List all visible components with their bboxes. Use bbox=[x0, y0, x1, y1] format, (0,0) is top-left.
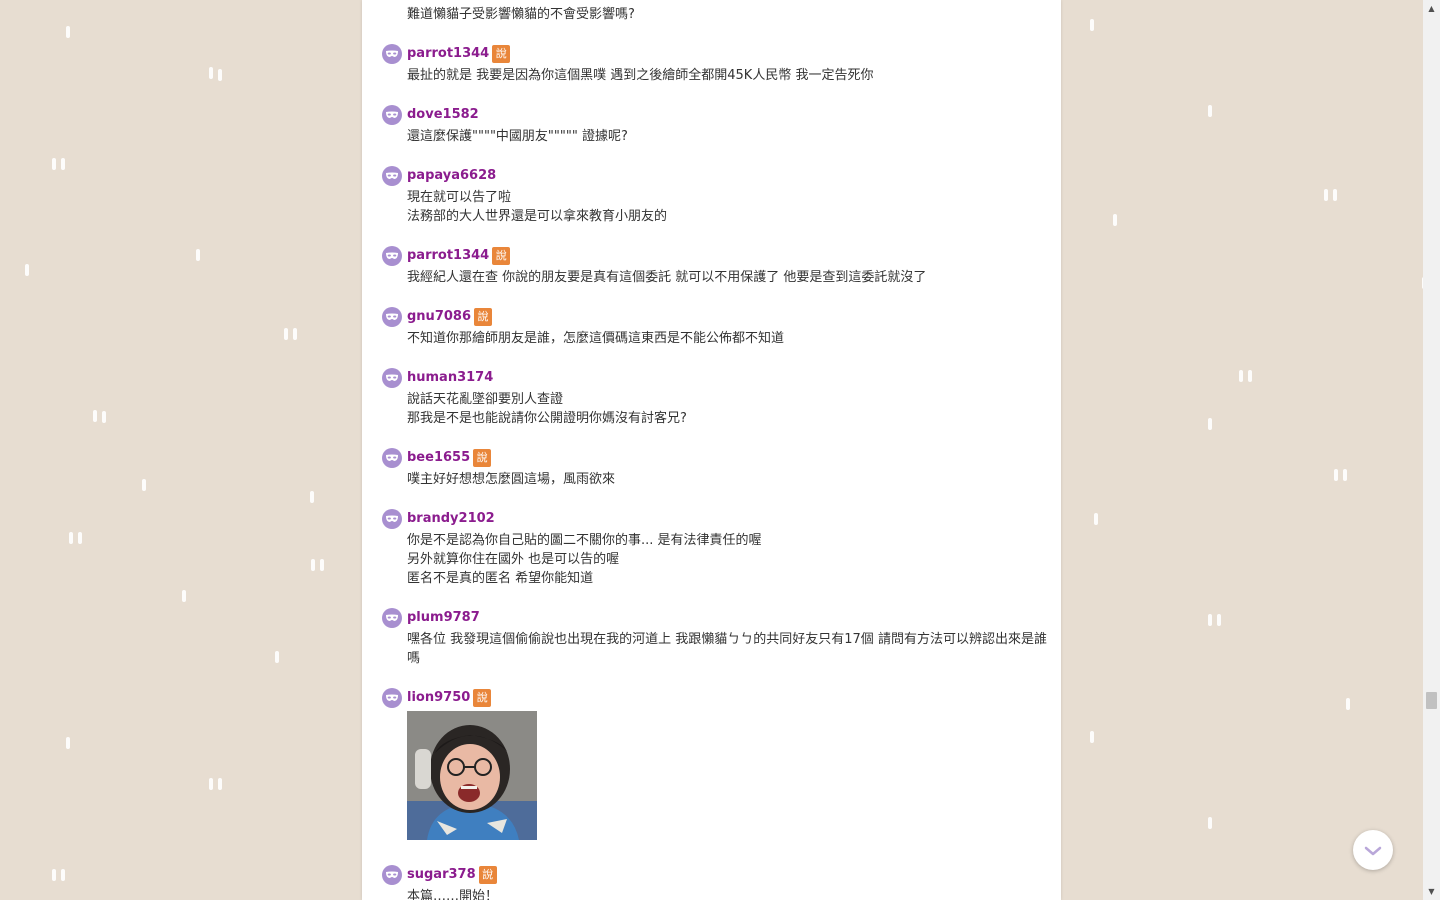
mask-icon[interactable] bbox=[382, 166, 402, 186]
comment-text: 不知道你那繪師朋友是誰，怎麼這價碼這東西是不能公佈都不知道 bbox=[407, 331, 785, 346]
mask-icon[interactable] bbox=[382, 688, 402, 708]
comment-username[interactable]: dove1582 bbox=[407, 106, 479, 124]
comment-username[interactable]: parrot1344 說 bbox=[407, 247, 511, 265]
comment-username[interactable]: sugar378 說 bbox=[407, 866, 497, 884]
page-scrollbar[interactable]: ▲ ▼ bbox=[1423, 0, 1440, 900]
comment-text: 嘿各位 我發現這個偷偷說也出現在我的河道上 我跟懶貓ㄅㄅ的共同好友只有17個 請… bbox=[407, 632, 1047, 666]
comment-text: 噗主好好想想怎麼圓這場，風雨欲來 bbox=[407, 472, 616, 487]
comment-text: 還這麼保護""""中國朋友""""" 證據呢? bbox=[407, 129, 628, 144]
said-badge: 說 bbox=[473, 449, 492, 467]
comment-panel: 難道懶貓子受影響懶貓的不會受影響嗎? parrot1344 說 最扯的就是 我要是… bbox=[362, 0, 1061, 900]
comment-username[interactable]: gnu7086 說 bbox=[407, 308, 492, 326]
mask-icon[interactable] bbox=[382, 865, 402, 885]
said-badge: 說 bbox=[478, 866, 497, 884]
comment-username[interactable]: papaya6628 bbox=[407, 167, 496, 185]
mask-icon[interactable] bbox=[382, 448, 402, 468]
said-badge: 說 bbox=[473, 689, 492, 707]
comment-text: 你是不是認為你自己貼的圖二不關你的事... 是有法律責任的喔 另外就算你住在國外 … bbox=[407, 533, 762, 586]
scroll-down-button[interactable] bbox=[1353, 830, 1393, 870]
scroll-down-arrow-icon[interactable]: ▼ bbox=[1423, 883, 1440, 900]
comment-text: 現在就可以告了啦 法務部的大人世界還是可以拿來教育小朋友的 bbox=[407, 190, 668, 224]
mask-icon[interactable] bbox=[382, 44, 402, 64]
mask-icon[interactable] bbox=[382, 368, 402, 388]
said-badge: 說 bbox=[492, 45, 511, 63]
scrollbar-thumb[interactable] bbox=[1426, 692, 1437, 709]
comment-username[interactable]: brandy2102 bbox=[407, 510, 495, 528]
mask-icon[interactable] bbox=[382, 509, 402, 529]
mask-icon[interactable] bbox=[382, 608, 402, 628]
mask-icon[interactable] bbox=[382, 307, 402, 327]
mask-icon[interactable] bbox=[382, 246, 402, 266]
said-badge: 說 bbox=[492, 247, 511, 265]
reaction-gif[interactable] bbox=[407, 711, 537, 840]
comment-username[interactable]: parrot1344 說 bbox=[407, 45, 511, 63]
comment-username[interactable]: lion9750 說 bbox=[407, 689, 492, 707]
comment-text: 本篇……開始！ bbox=[407, 889, 499, 900]
comment-text: 我經紀人還在查 你說的朋友要是真有這個委託 就可以不用保護了 他要是查到這委託就… bbox=[407, 270, 927, 285]
comment-username[interactable]: human3174 bbox=[407, 369, 493, 387]
said-badge: 說 bbox=[474, 308, 492, 326]
mask-icon[interactable] bbox=[382, 105, 402, 125]
partial-comment-text: 難道懶貓子受影響懶貓的不會受影響嗎? bbox=[407, 7, 635, 22]
comment-username[interactable]: plum9787 bbox=[407, 609, 480, 627]
scroll-up-arrow-icon[interactable]: ▲ bbox=[1423, 0, 1440, 17]
comment-username[interactable]: bee1655 說 bbox=[407, 449, 492, 467]
chevron-down-icon bbox=[1364, 841, 1382, 860]
comment-text: 說話天花亂墜卻要別人查證 那我是不是也能說請你公開證明你媽沒有討客兄? bbox=[407, 392, 687, 426]
comment-text: 最扯的就是 我要是因為你這個黑噗 遇到之後繪師全都開45K人民幣 我一定告死你 bbox=[407, 68, 874, 83]
